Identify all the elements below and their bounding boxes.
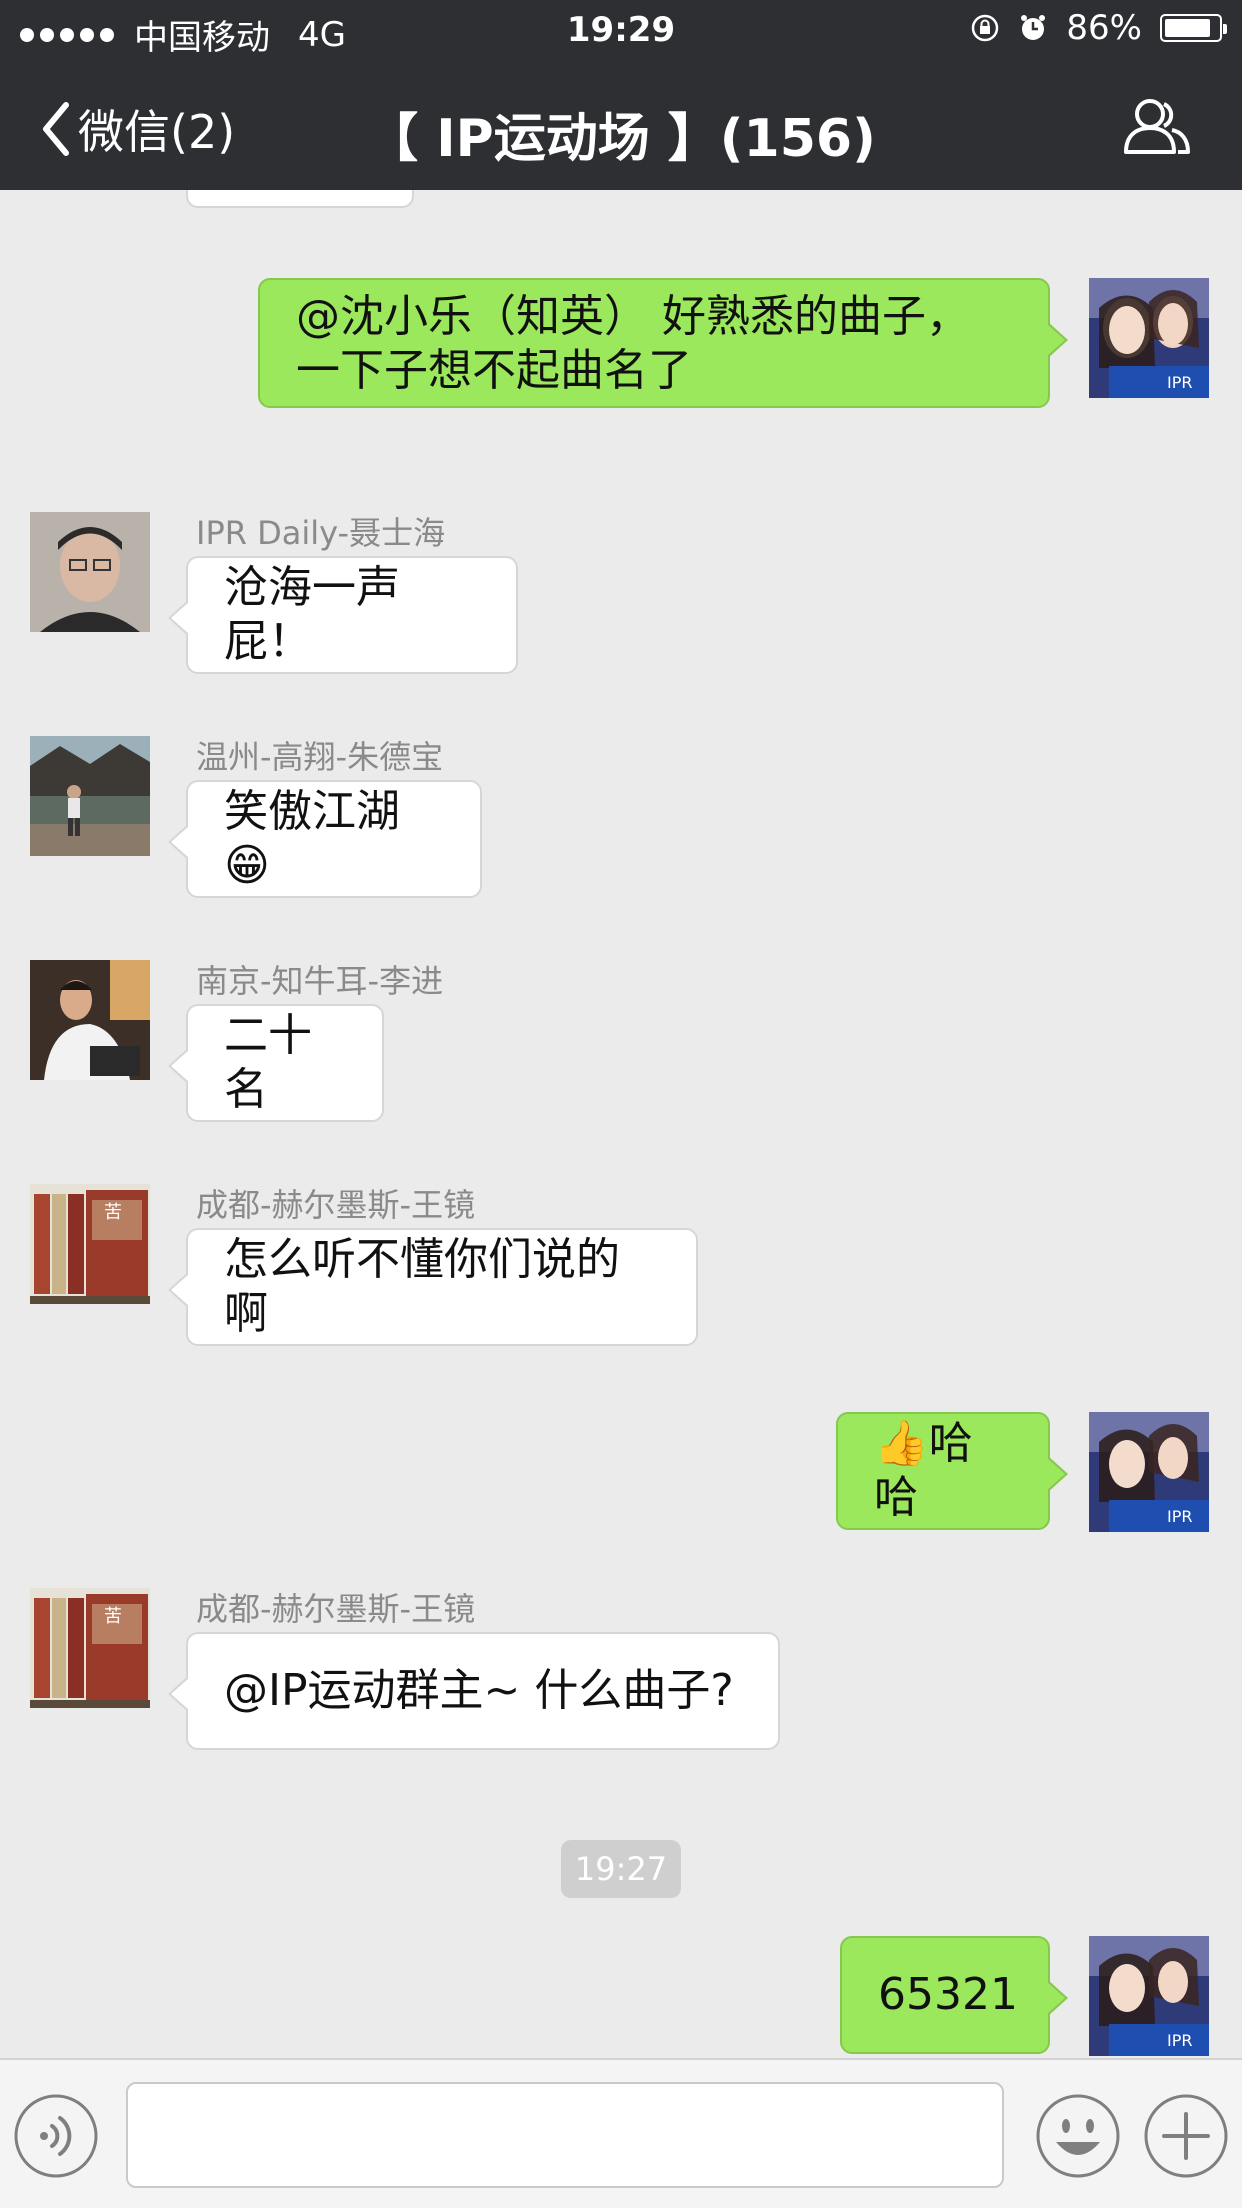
group-members-icon — [1124, 99, 1190, 154]
sender-name: 温州-高翔-朱德宝 — [196, 738, 444, 776]
voice-button[interactable] — [12, 2092, 100, 2180]
group-info-button[interactable] — [1122, 96, 1192, 160]
message-text: 👍哈哈 — [874, 1418, 973, 1523]
more-button[interactable] — [1142, 2092, 1230, 2180]
avatar-sender[interactable] — [30, 736, 150, 856]
svg-text:IPR: IPR — [1167, 373, 1192, 392]
battery-icon — [1160, 14, 1227, 42]
message-bubble[interactable]: 65321 — [840, 1936, 1068, 2054]
svg-text:苦: 苦 — [104, 1202, 122, 1223]
avatar-sender[interactable] — [30, 512, 150, 632]
message-bubble[interactable]: 👍哈哈 — [836, 1412, 1068, 1530]
message-input[interactable] — [126, 2082, 1004, 2188]
message-bubble[interactable]: 二十名 — [168, 1004, 384, 1122]
sender-name: 成都-赫尔墨斯-王镜 — [196, 1590, 476, 1628]
message-text: 笑傲江湖😁 — [224, 786, 400, 891]
avatar-sender[interactable]: 苦 — [30, 1588, 150, 1708]
message-text: 沧海一声屁！ — [224, 562, 400, 667]
svg-text:IPR: IPR — [1167, 1507, 1192, 1526]
message-text: 65321 — [878, 1969, 1018, 2020]
svg-text:苦: 苦 — [104, 1606, 122, 1627]
message-text-line: @沈小乐（知英） 好熟悉的曲子， — [296, 291, 970, 342]
input-bar — [0, 2058, 1242, 2208]
voice-icon — [14, 2094, 98, 2178]
nav-bar: 微信(2) 【 IP运动场 】(156) — [0, 62, 1242, 190]
avatar-sender[interactable]: 苦 — [30, 1184, 150, 1304]
avatar-sender[interactable] — [30, 960, 150, 1080]
svg-text:IPR: IPR — [1167, 2031, 1192, 2050]
sender-name: 成都-赫尔墨斯-王镜 — [196, 1186, 476, 1224]
message-bubble[interactable]: 笑傲江湖😁 — [168, 780, 482, 898]
message-bubble[interactable]: 沧海一声屁！ — [168, 556, 518, 674]
avatar-self[interactable]: IPR — [1089, 278, 1209, 398]
chat-message-list[interactable]: @沈小乐（知英） 好熟悉的曲子， 一下子想不起曲名了 IPR IPR Daily… — [0, 190, 1242, 2058]
message-bubble[interactable]: @IP运动群主~ 什么曲子? — [168, 1632, 780, 1750]
message-text: @IP运动群主~ 什么曲子? — [224, 1665, 734, 1716]
sender-name: IPR Daily-聂士海 — [196, 514, 446, 552]
plus-icon — [1144, 2094, 1228, 2178]
message-text: 怎么听不懂你们说的啊 — [224, 1234, 620, 1339]
sender-name: 南京-知牛耳-李进 — [196, 962, 444, 1000]
battery-percent: 86% — [1066, 8, 1142, 48]
message-timestamp: 19:27 — [561, 1840, 681, 1898]
message-text: 二十名 — [224, 1010, 312, 1115]
alarm-icon — [1021, 15, 1046, 40]
rotation-lock-icon — [972, 14, 999, 42]
avatar-self[interactable]: IPR — [1089, 1936, 1209, 2056]
avatar-self[interactable]: IPR — [1089, 1412, 1209, 1532]
status-bar: 中国移动 4G 19:29 86% — [0, 0, 1242, 62]
message-text-line: 一下子想不起曲名了 — [296, 345, 692, 396]
chat-title: 【 IP运动场 】(156) — [366, 109, 876, 169]
emoji-icon — [1036, 2094, 1120, 2178]
message-bubble[interactable]: 怎么听不懂你们说的啊 — [168, 1228, 698, 1346]
message-bubble-partial — [186, 190, 414, 208]
emoji-button[interactable] — [1034, 2092, 1122, 2180]
message-bubble[interactable]: @沈小乐（知英） 好熟悉的曲子， 一下子想不起曲名了 — [258, 278, 1068, 408]
header: 中国移动 4G 19:29 86% 微信(2) 【 IP运动场 】(156) — [0, 0, 1242, 190]
